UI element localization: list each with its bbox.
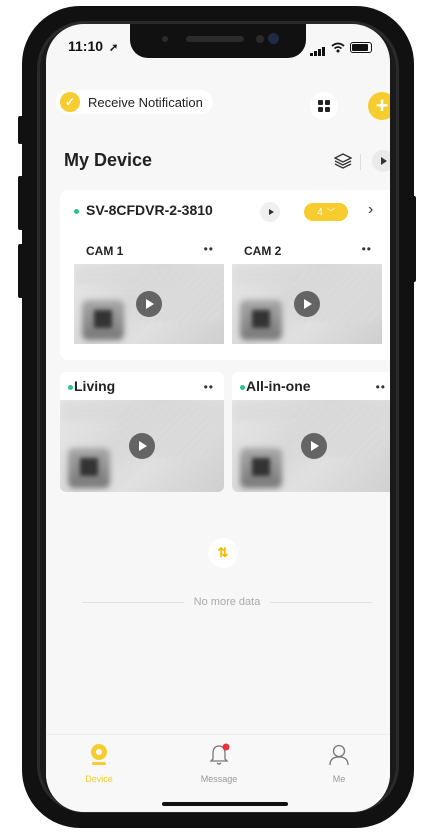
front-camera (268, 33, 279, 44)
grid-view-button[interactable] (310, 92, 338, 120)
play-icon[interactable] (294, 291, 320, 317)
play-icon[interactable] (301, 433, 327, 459)
sort-swap-button[interactable]: ⇅ (208, 538, 238, 568)
layers-icon[interactable] (334, 152, 352, 170)
chevron-down-icon: ﹀ (326, 207, 335, 217)
signal-icon (310, 38, 326, 56)
channel-count-badge[interactable]: 4 ﹀ (304, 203, 348, 221)
camera-name: CAM 2 (244, 244, 282, 258)
nvr-header[interactable]: SV-8CFDVR-2-3810 4 ﹀ › (60, 190, 390, 230)
speaker-grill (186, 36, 244, 42)
no-more-data: No more data (82, 596, 372, 608)
play-all-button[interactable] (372, 150, 390, 172)
nvr-device-card: SV-8CFDVR-2-3810 4 ﹀ › CAM 1 •• CAM 2 •• (60, 190, 390, 360)
wifi-icon (331, 42, 345, 52)
check-icon: ✓ (60, 92, 80, 112)
device-card[interactable]: Living •• (60, 372, 224, 492)
divider-line (270, 601, 372, 603)
play-icon (268, 209, 274, 215)
tab-label: Device (85, 774, 113, 784)
nvr-name: SV-8CFDVR-2-3810 (86, 202, 213, 218)
home-indicator[interactable] (162, 802, 288, 806)
receive-notification-toggle[interactable]: ✓ Receive Notification (56, 90, 213, 114)
tab-label: Me (332, 774, 346, 784)
more-options-icon[interactable]: •• (204, 380, 214, 394)
device-thumbnail[interactable] (232, 400, 390, 492)
online-status-dot (240, 385, 245, 390)
more-options-icon[interactable]: •• (362, 242, 372, 256)
camera-tile[interactable]: CAM 1 •• (74, 234, 224, 344)
no-more-data-text: No more data (193, 596, 261, 608)
device-name: Living (74, 378, 116, 394)
status-icons (310, 38, 372, 56)
camera-name: CAM 1 (86, 244, 124, 258)
tab-message[interactable]: Message (174, 743, 264, 784)
online-status-dot (74, 209, 79, 214)
more-options-icon[interactable]: •• (204, 242, 214, 256)
tab-device[interactable]: Device (54, 743, 144, 784)
tab-me[interactable]: Me (294, 743, 384, 784)
camera-thumbnail[interactable] (74, 264, 224, 344)
sensor-dot (162, 36, 168, 42)
play-icon[interactable] (129, 433, 155, 459)
nvr-play-button[interactable] (260, 202, 280, 222)
battery-icon (350, 41, 372, 53)
device-thumbnail[interactable] (60, 400, 224, 492)
phone-screen: 11:10 ➚ ✓ Receive Notification + My Devi… (46, 24, 390, 812)
page-title: My Device (64, 150, 153, 170)
bell-icon (209, 743, 230, 765)
person-icon (329, 744, 349, 766)
channel-count: 4 (317, 206, 323, 218)
chevron-right-icon[interactable]: › (368, 201, 373, 219)
swap-arrows-icon: ⇅ (217, 545, 229, 560)
add-device-button[interactable]: + (368, 92, 390, 120)
online-status-dot (68, 385, 73, 390)
tab-bar: Device Message Me (46, 734, 390, 812)
tab-label: Message (200, 774, 238, 784)
camera-tile[interactable]: CAM 2 •• (232, 234, 382, 344)
grid-icon (318, 100, 323, 105)
camera-thumbnail[interactable] (232, 264, 382, 344)
device-icon (91, 744, 107, 765)
divider-line (82, 601, 184, 603)
sensor-dot (256, 35, 264, 43)
plus-icon: + (375, 93, 389, 118)
play-icon (381, 157, 387, 165)
status-time: 11:10 ➚ (68, 38, 119, 54)
more-options-icon[interactable]: •• (376, 380, 386, 394)
location-arrow-icon: ➚ (108, 42, 119, 54)
play-icon[interactable] (136, 291, 162, 317)
notch (130, 24, 306, 58)
notification-label: Receive Notification (88, 94, 203, 110)
device-card[interactable]: All-in-one •• (232, 372, 390, 492)
device-name: All-in-one (246, 378, 311, 394)
header-divider (360, 154, 361, 170)
